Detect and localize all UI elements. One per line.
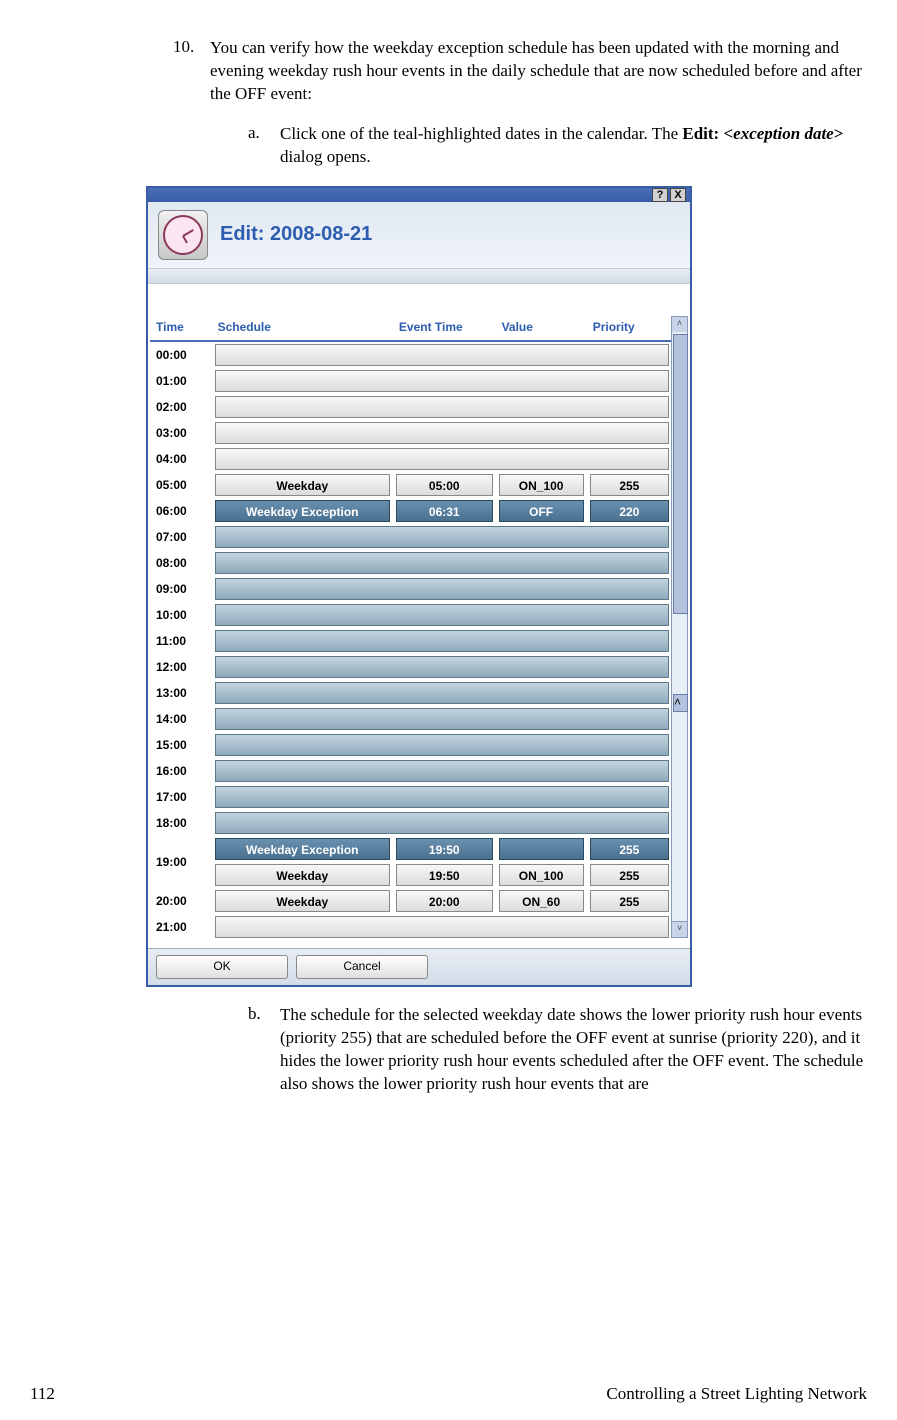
- table-row[interactable]: 06:00Weekday Exception06:31OFF220: [150, 498, 672, 524]
- dialog-titlebar: ? X: [148, 188, 690, 202]
- clock-icon: [158, 210, 208, 260]
- sub-b-text: The schedule for the selected weekday da…: [280, 1004, 867, 1096]
- schedule-table: Time Schedule Event Time Value Priority …: [150, 314, 672, 940]
- table-row[interactable]: Weekday19:50ON_100255: [150, 862, 672, 888]
- table-row[interactable]: 19:00Weekday Exception19:50255: [150, 836, 672, 862]
- close-button[interactable]: X: [670, 188, 686, 202]
- time-cell: 00:00: [150, 341, 212, 368]
- sub-letter-a: a.: [248, 123, 260, 143]
- scroll-thumb[interactable]: [673, 334, 688, 614]
- edit-schedule-dialog: ? X Edit: 2008-08-21 ˄ ˄ ˅ Time Schedule…: [146, 186, 692, 987]
- time-cell: 19:00: [150, 836, 212, 888]
- sub-letter-b: b.: [248, 1004, 261, 1024]
- table-row[interactable]: 14:00: [150, 706, 672, 732]
- schedule-table-wrap: ˄ ˄ ˅ Time Schedule Event Time Value Pri…: [148, 314, 690, 948]
- scroll-mid-arrow[interactable]: ˄: [673, 694, 688, 712]
- col-priority: Priority: [587, 314, 672, 341]
- table-row[interactable]: 18:00: [150, 810, 672, 836]
- time-cell: 18:00: [150, 810, 212, 836]
- col-time: Time: [150, 314, 212, 341]
- table-row[interactable]: 21:00: [150, 914, 672, 940]
- time-cell: 09:00: [150, 576, 212, 602]
- time-cell: 10:00: [150, 602, 212, 628]
- table-row[interactable]: 04:00: [150, 446, 672, 472]
- time-cell: 17:00: [150, 784, 212, 810]
- table-row[interactable]: 07:00: [150, 524, 672, 550]
- time-cell: 21:00: [150, 914, 212, 940]
- table-row[interactable]: 00:00: [150, 341, 672, 368]
- footer-title: Controlling a Street Lighting Network: [606, 1384, 867, 1404]
- dialog-header: Edit: 2008-08-21: [148, 202, 690, 268]
- page-number: 112: [30, 1384, 55, 1404]
- item-10-text: You can verify how the weekday exception…: [210, 37, 867, 106]
- time-cell: 14:00: [150, 706, 212, 732]
- table-row[interactable]: 01:00: [150, 368, 672, 394]
- time-cell: 01:00: [150, 368, 212, 394]
- table-row[interactable]: 20:00Weekday20:00ON_60255: [150, 888, 672, 914]
- dialog-subbar: [148, 268, 690, 284]
- page-footer: 112 Controlling a Street Lighting Networ…: [30, 1384, 867, 1404]
- time-cell: 16:00: [150, 758, 212, 784]
- time-cell: 04:00: [150, 446, 212, 472]
- time-cell: 06:00: [150, 498, 212, 524]
- list-number-10: 10.: [173, 37, 194, 57]
- time-cell: 11:00: [150, 628, 212, 654]
- col-schedule: Schedule: [212, 314, 393, 341]
- time-cell: 07:00: [150, 524, 212, 550]
- table-row[interactable]: 12:00: [150, 654, 672, 680]
- col-event-time: Event Time: [393, 314, 496, 341]
- table-row[interactable]: 15:00: [150, 732, 672, 758]
- time-cell: 02:00: [150, 394, 212, 420]
- time-cell: 03:00: [150, 420, 212, 446]
- table-row[interactable]: 08:00: [150, 550, 672, 576]
- time-cell: 08:00: [150, 550, 212, 576]
- table-row[interactable]: 02:00: [150, 394, 672, 420]
- dialog-footer: OK Cancel: [148, 948, 690, 985]
- cancel-button[interactable]: Cancel: [296, 955, 428, 979]
- ok-button[interactable]: OK: [156, 955, 288, 979]
- scroll-down-button[interactable]: ˅: [671, 921, 688, 938]
- table-row[interactable]: 09:00: [150, 576, 672, 602]
- col-value: Value: [496, 314, 587, 341]
- table-row[interactable]: 16:00: [150, 758, 672, 784]
- scroll-up-button[interactable]: ˄: [671, 316, 688, 333]
- table-row[interactable]: 17:00: [150, 784, 672, 810]
- table-row[interactable]: 13:00: [150, 680, 672, 706]
- table-row[interactable]: 11:00: [150, 628, 672, 654]
- dialog-title: Edit: 2008-08-21: [220, 223, 372, 246]
- table-row[interactable]: 10:00: [150, 602, 672, 628]
- table-row[interactable]: 03:00: [150, 420, 672, 446]
- time-cell: 15:00: [150, 732, 212, 758]
- time-cell: 12:00: [150, 654, 212, 680]
- time-cell: 20:00: [150, 888, 212, 914]
- time-cell: 05:00: [150, 472, 212, 498]
- help-button[interactable]: ?: [652, 188, 668, 202]
- sub-a-text: Click one of the teal-highlighted dates …: [280, 123, 867, 169]
- time-cell: 13:00: [150, 680, 212, 706]
- table-row[interactable]: 05:00Weekday05:00ON_100255: [150, 472, 672, 498]
